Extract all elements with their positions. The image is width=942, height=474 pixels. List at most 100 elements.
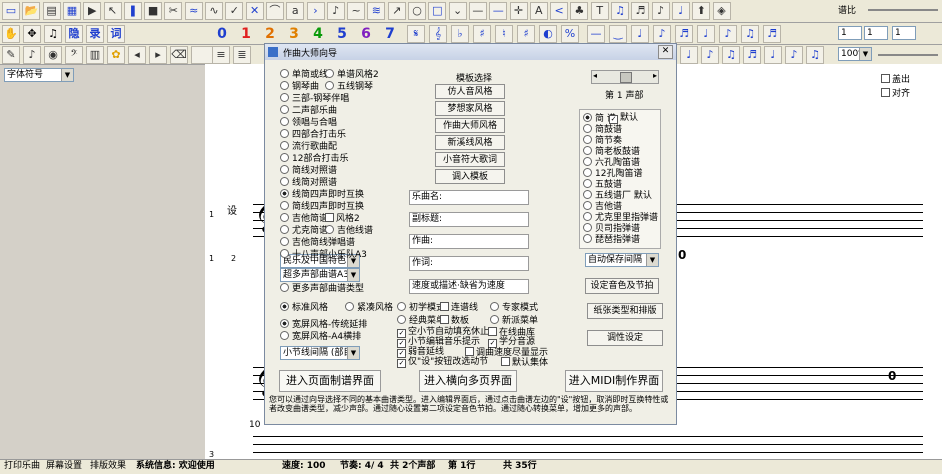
checkbox-icon[interactable]: [501, 357, 510, 366]
note-palette-icon[interactable]: ♫: [806, 46, 824, 64]
dash-icon[interactable]: —: [489, 2, 508, 20]
close-icon[interactable]: ✕: [658, 45, 673, 59]
song-info-field[interactable]: 乐曲名:: [409, 190, 529, 205]
spin-2[interactable]: 1: [864, 26, 888, 40]
radio-icon[interactable]: [583, 179, 592, 188]
template-option[interactable]: 线简四声即时互换: [280, 189, 364, 201]
template-option[interactable]: 吉他线谱: [325, 225, 373, 237]
move-icon[interactable]: ✥: [23, 25, 41, 43]
key-setting-button[interactable]: 调性设定: [587, 330, 663, 346]
template-option[interactable]: 单简或线: [280, 69, 328, 81]
segno-icon[interactable]: 𝄋: [407, 25, 425, 43]
digit-3-button[interactable]: 3: [284, 24, 304, 44]
dynamics-icon[interactable]: ◈: [712, 2, 731, 20]
note-duration-icon[interactable]: ♩: [631, 25, 649, 43]
song-info-field[interactable]: 作词:: [409, 256, 529, 271]
radio-icon[interactable]: [583, 223, 592, 232]
keyboard-icon[interactable]: ▤: [42, 2, 61, 20]
align-center-icon[interactable]: ≣: [233, 46, 251, 64]
radio-icon[interactable]: [280, 189, 289, 198]
checkbox-icon[interactable]: [465, 347, 474, 356]
checkbox-icon[interactable]: ✓: [397, 359, 406, 368]
song-info-field[interactable]: 作曲:: [409, 234, 529, 249]
template-option[interactable]: 流行歌曲配: [280, 141, 337, 153]
radio-icon[interactable]: [397, 302, 406, 311]
tab-screen-settings[interactable]: 屏幕设置: [46, 460, 82, 473]
enter-midi-mode-button[interactable]: 进入MIDI制作界面: [565, 370, 663, 392]
percent-icon[interactable]: %: [561, 25, 579, 43]
note-duration-icon[interactable]: ‿: [609, 25, 627, 43]
radio-icon[interactable]: [583, 190, 592, 199]
paper-layout-button[interactable]: 纸张类型和排版: [587, 303, 663, 319]
pencil-icon[interactable]: ✎: [2, 46, 20, 64]
radio-icon[interactable]: [325, 69, 334, 78]
template-option[interactable]: 二声部乐曲: [280, 105, 337, 117]
violin-icon[interactable]: 𝄢: [65, 46, 83, 64]
note-duration-icon[interactable]: ♫: [741, 25, 759, 43]
text-tool-icon[interactable]: 录: [86, 25, 104, 43]
radio-icon[interactable]: [583, 113, 592, 122]
radio-icon[interactable]: [583, 234, 592, 243]
enter-horizontal-mode-button[interactable]: 进入横向多页界面: [419, 370, 517, 392]
note-palette-icon[interactable]: ♪: [785, 46, 803, 64]
setting-checkbox[interactable]: ✓ 仅"设"按钮改选动节: [397, 357, 488, 368]
chevron-down-icon[interactable]: ⌄: [448, 2, 467, 20]
digit-4-button[interactable]: 4: [308, 24, 328, 44]
radio-icon[interactable]: [583, 168, 592, 177]
color-beat-button[interactable]: 设定音色及节拍: [585, 278, 659, 294]
radio-icon[interactable]: [280, 81, 289, 90]
digit-1-button[interactable]: 1: [236, 24, 256, 44]
abc-icon[interactable]: a: [286, 2, 305, 20]
radio-icon[interactable]: [280, 153, 289, 162]
radio-icon[interactable]: [280, 141, 289, 150]
radio-icon[interactable]: [583, 201, 592, 210]
digit-6-button[interactable]: 6: [356, 24, 376, 44]
template-option[interactable]: 领唱与合唱: [280, 117, 337, 129]
part-slider[interactable]: ◂ ▸: [591, 70, 659, 84]
pause-icon[interactable]: ❚: [123, 2, 142, 20]
trill-icon[interactable]: ~: [347, 2, 366, 20]
natural-icon[interactable]: ♮: [495, 25, 513, 43]
template-option[interactable]: 单谱风格2: [325, 69, 379, 81]
radio-icon[interactable]: [490, 302, 499, 311]
mode-option[interactable]: 新派菜单: [490, 315, 538, 327]
template-option[interactable]: 线简对照谱: [280, 177, 337, 189]
radio-icon[interactable]: [325, 81, 334, 90]
radio-icon[interactable]: [325, 225, 334, 234]
template-option[interactable]: 吉他简谱: [280, 213, 328, 225]
right-checkbox-2[interactable]: 对齐: [881, 86, 910, 99]
radio-icon[interactable]: [280, 105, 289, 114]
template-button[interactable]: 作曲大师风格: [435, 118, 505, 133]
wide-a4-radio[interactable]: 宽屏风格-A4横排: [280, 331, 361, 343]
guitar-icon[interactable]: ♪: [23, 46, 41, 64]
circle-icon[interactable]: ○: [408, 2, 426, 20]
tie-icon[interactable]: ∿: [205, 2, 223, 20]
setting-checkbox[interactable]: 默认集体: [501, 357, 548, 369]
radio-icon[interactable]: [583, 135, 592, 144]
note-duration-icon[interactable]: ♩: [697, 25, 715, 43]
eraser-icon[interactable]: ⌫: [170, 46, 188, 64]
radio-icon[interactable]: [280, 213, 289, 222]
checkbox-icon[interactable]: [325, 213, 334, 222]
align-left-icon[interactable]: ≡: [212, 46, 230, 64]
mode-option[interactable]: 数板: [440, 315, 469, 327]
chevron-right-icon[interactable]: ▸: [653, 71, 657, 80]
text-tool-icon[interactable]: 词: [107, 25, 125, 43]
note-palette-icon[interactable]: ♪: [701, 46, 719, 64]
letter-a-icon[interactable]: A: [529, 2, 548, 20]
note-duration-icon[interactable]: ♪: [653, 25, 671, 43]
save-icon[interactable]: ▦: [62, 2, 81, 20]
checkbox-icon[interactable]: [440, 302, 449, 311]
note-palette-icon[interactable]: ♬: [743, 46, 761, 64]
spin-3[interactable]: 1: [892, 26, 916, 40]
digit-7-button[interactable]: 7: [380, 24, 400, 44]
bar-interval-combo[interactable]: 小节线间隔 (部目) ▼: [280, 346, 360, 360]
clef-icon[interactable]: 𝄞: [429, 25, 447, 43]
text-icon[interactable]: T: [590, 2, 609, 20]
arrow-icon[interactable]: ↗: [387, 2, 406, 20]
mode-icon[interactable]: ◐: [539, 25, 557, 43]
autosave-combo[interactable]: 自动保存间隔 ▼: [585, 253, 659, 267]
radio-icon[interactable]: [280, 237, 289, 246]
right-checkbox-1[interactable]: 盖出: [881, 72, 910, 85]
multi-part-combo[interactable]: 超多声部曲谱A3 ▼: [280, 268, 360, 282]
